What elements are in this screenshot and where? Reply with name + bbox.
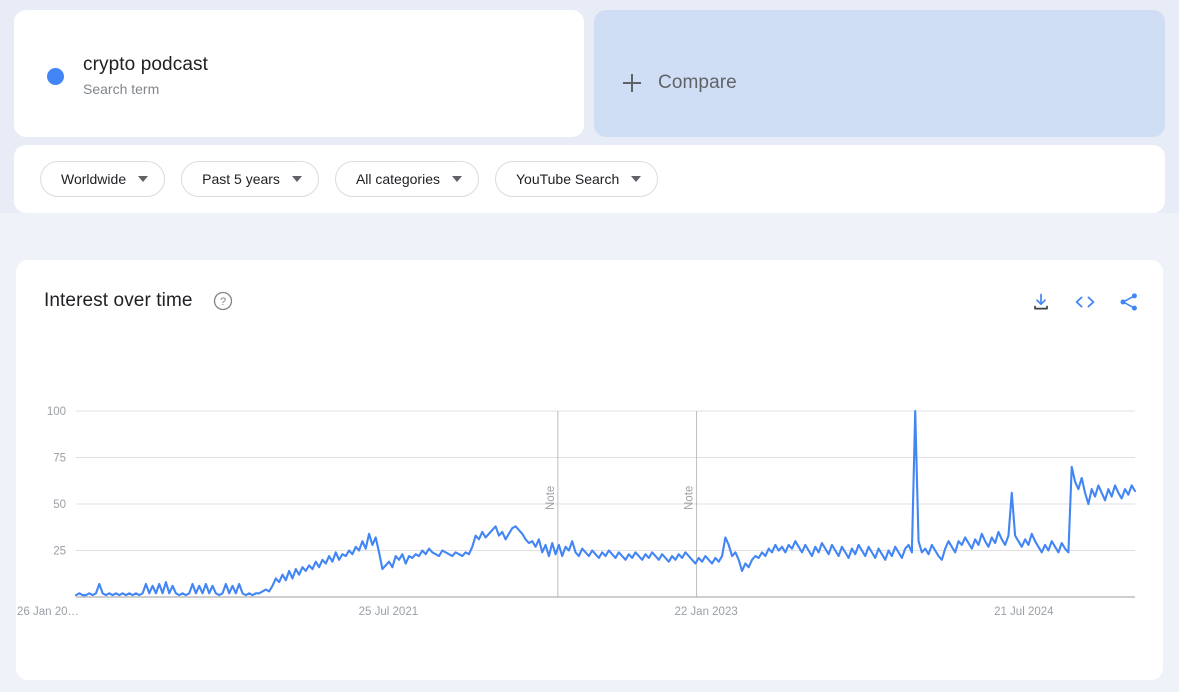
compare-panel[interactable]: Compare xyxy=(594,10,1165,137)
search-term-card[interactable]: crypto podcast Search term xyxy=(14,10,584,137)
filter-searchtype-dropdown[interactable]: YouTube Search xyxy=(494,161,659,197)
filter-category-dropdown[interactable]: All categories xyxy=(334,161,479,197)
filter-list: Worldwide Past 5 years All categories Yo… xyxy=(40,161,659,197)
filter-location-label: Worldwide xyxy=(61,171,127,187)
svg-text:26 Jan 20…: 26 Jan 20… xyxy=(17,606,79,618)
svg-text:25 Jul 2021: 25 Jul 2021 xyxy=(359,606,418,618)
svg-text:100: 100 xyxy=(47,406,66,418)
chevron-down-icon xyxy=(291,176,302,182)
svg-text:75: 75 xyxy=(53,453,66,465)
filter-category-label: All categories xyxy=(355,171,440,187)
filter-timerange-dropdown[interactable]: Past 5 years xyxy=(181,161,319,197)
filter-searchtype-label: YouTube Search xyxy=(515,171,620,187)
interest-over-time-card: Interest over time ? 25 50 75 100 Note N… xyxy=(16,260,1163,680)
svg-text:50: 50 xyxy=(53,499,66,511)
svg-text:22 Jan 2023: 22 Jan 2023 xyxy=(674,606,737,618)
trends-page: crypto podcast Search term Compare World… xyxy=(0,0,1179,692)
chart-gridlines xyxy=(76,410,1135,551)
svg-text:21 Jul 2024: 21 Jul 2024 xyxy=(994,606,1054,618)
chart-x-axis: 26 Jan 20… 25 Jul 2021 22 Jan 2023 21 Jul 2… xyxy=(17,606,1054,618)
interest-over-time-chart[interactable]: 25 50 75 100 Note Note 26 Jan 20… 25 Jul 2021… xyxy=(16,260,1163,680)
svg-text:25: 25 xyxy=(53,546,66,558)
series-color-dot-icon xyxy=(47,68,64,85)
compare-button[interactable]: Compare xyxy=(622,72,737,94)
search-term-type-label: Search term xyxy=(83,81,160,97)
chevron-down-icon xyxy=(631,176,642,182)
svg-text:Note: Note xyxy=(545,486,557,510)
chart-y-axis: 25 50 75 100 xyxy=(47,406,66,558)
chart-series-line xyxy=(74,409,1137,597)
filter-bar: Worldwide Past 5 years All categories Yo… xyxy=(14,145,1165,213)
chevron-down-icon xyxy=(451,176,462,182)
chevron-down-icon xyxy=(138,176,149,182)
plus-icon xyxy=(622,73,642,93)
search-term-label: crypto podcast xyxy=(83,54,208,75)
svg-text:Note: Note xyxy=(684,486,696,510)
filter-location-dropdown[interactable]: Worldwide xyxy=(40,161,166,197)
compare-label: Compare xyxy=(658,72,737,93)
filter-timerange-label: Past 5 years xyxy=(202,171,280,187)
